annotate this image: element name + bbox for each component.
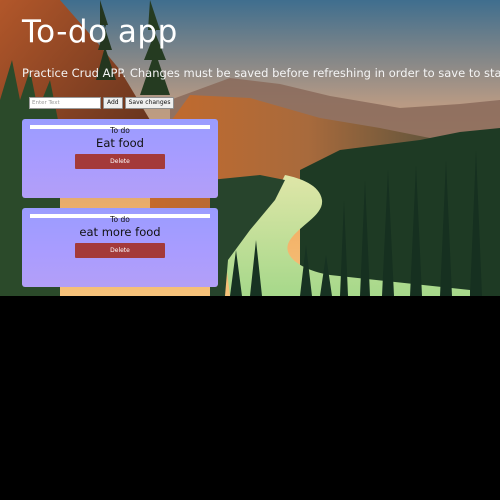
todo-card: To do Eat food Delete — [22, 119, 218, 198]
todo-card-text: eat more food — [79, 225, 161, 239]
add-todo-bar: Add Save changes — [29, 97, 175, 109]
save-changes-button[interactable]: Save changes — [124, 97, 175, 109]
app-root: To-do app Practice Crud APP. Changes mus… — [0, 0, 500, 500]
delete-button[interactable]: Delete — [75, 243, 165, 258]
todo-card-heading: To do — [110, 215, 130, 224]
todo-text-input[interactable] — [29, 97, 101, 109]
add-button[interactable]: Add — [103, 97, 123, 109]
todo-card-text: Eat food — [96, 136, 144, 150]
app-title: To-do app — [22, 14, 178, 50]
todo-card: To do eat more food Delete — [22, 208, 218, 287]
todo-card-heading: To do — [110, 126, 130, 135]
delete-button[interactable]: Delete — [75, 154, 165, 169]
app-subtitle: Practice Crud APP. Changes must be saved… — [22, 66, 500, 80]
